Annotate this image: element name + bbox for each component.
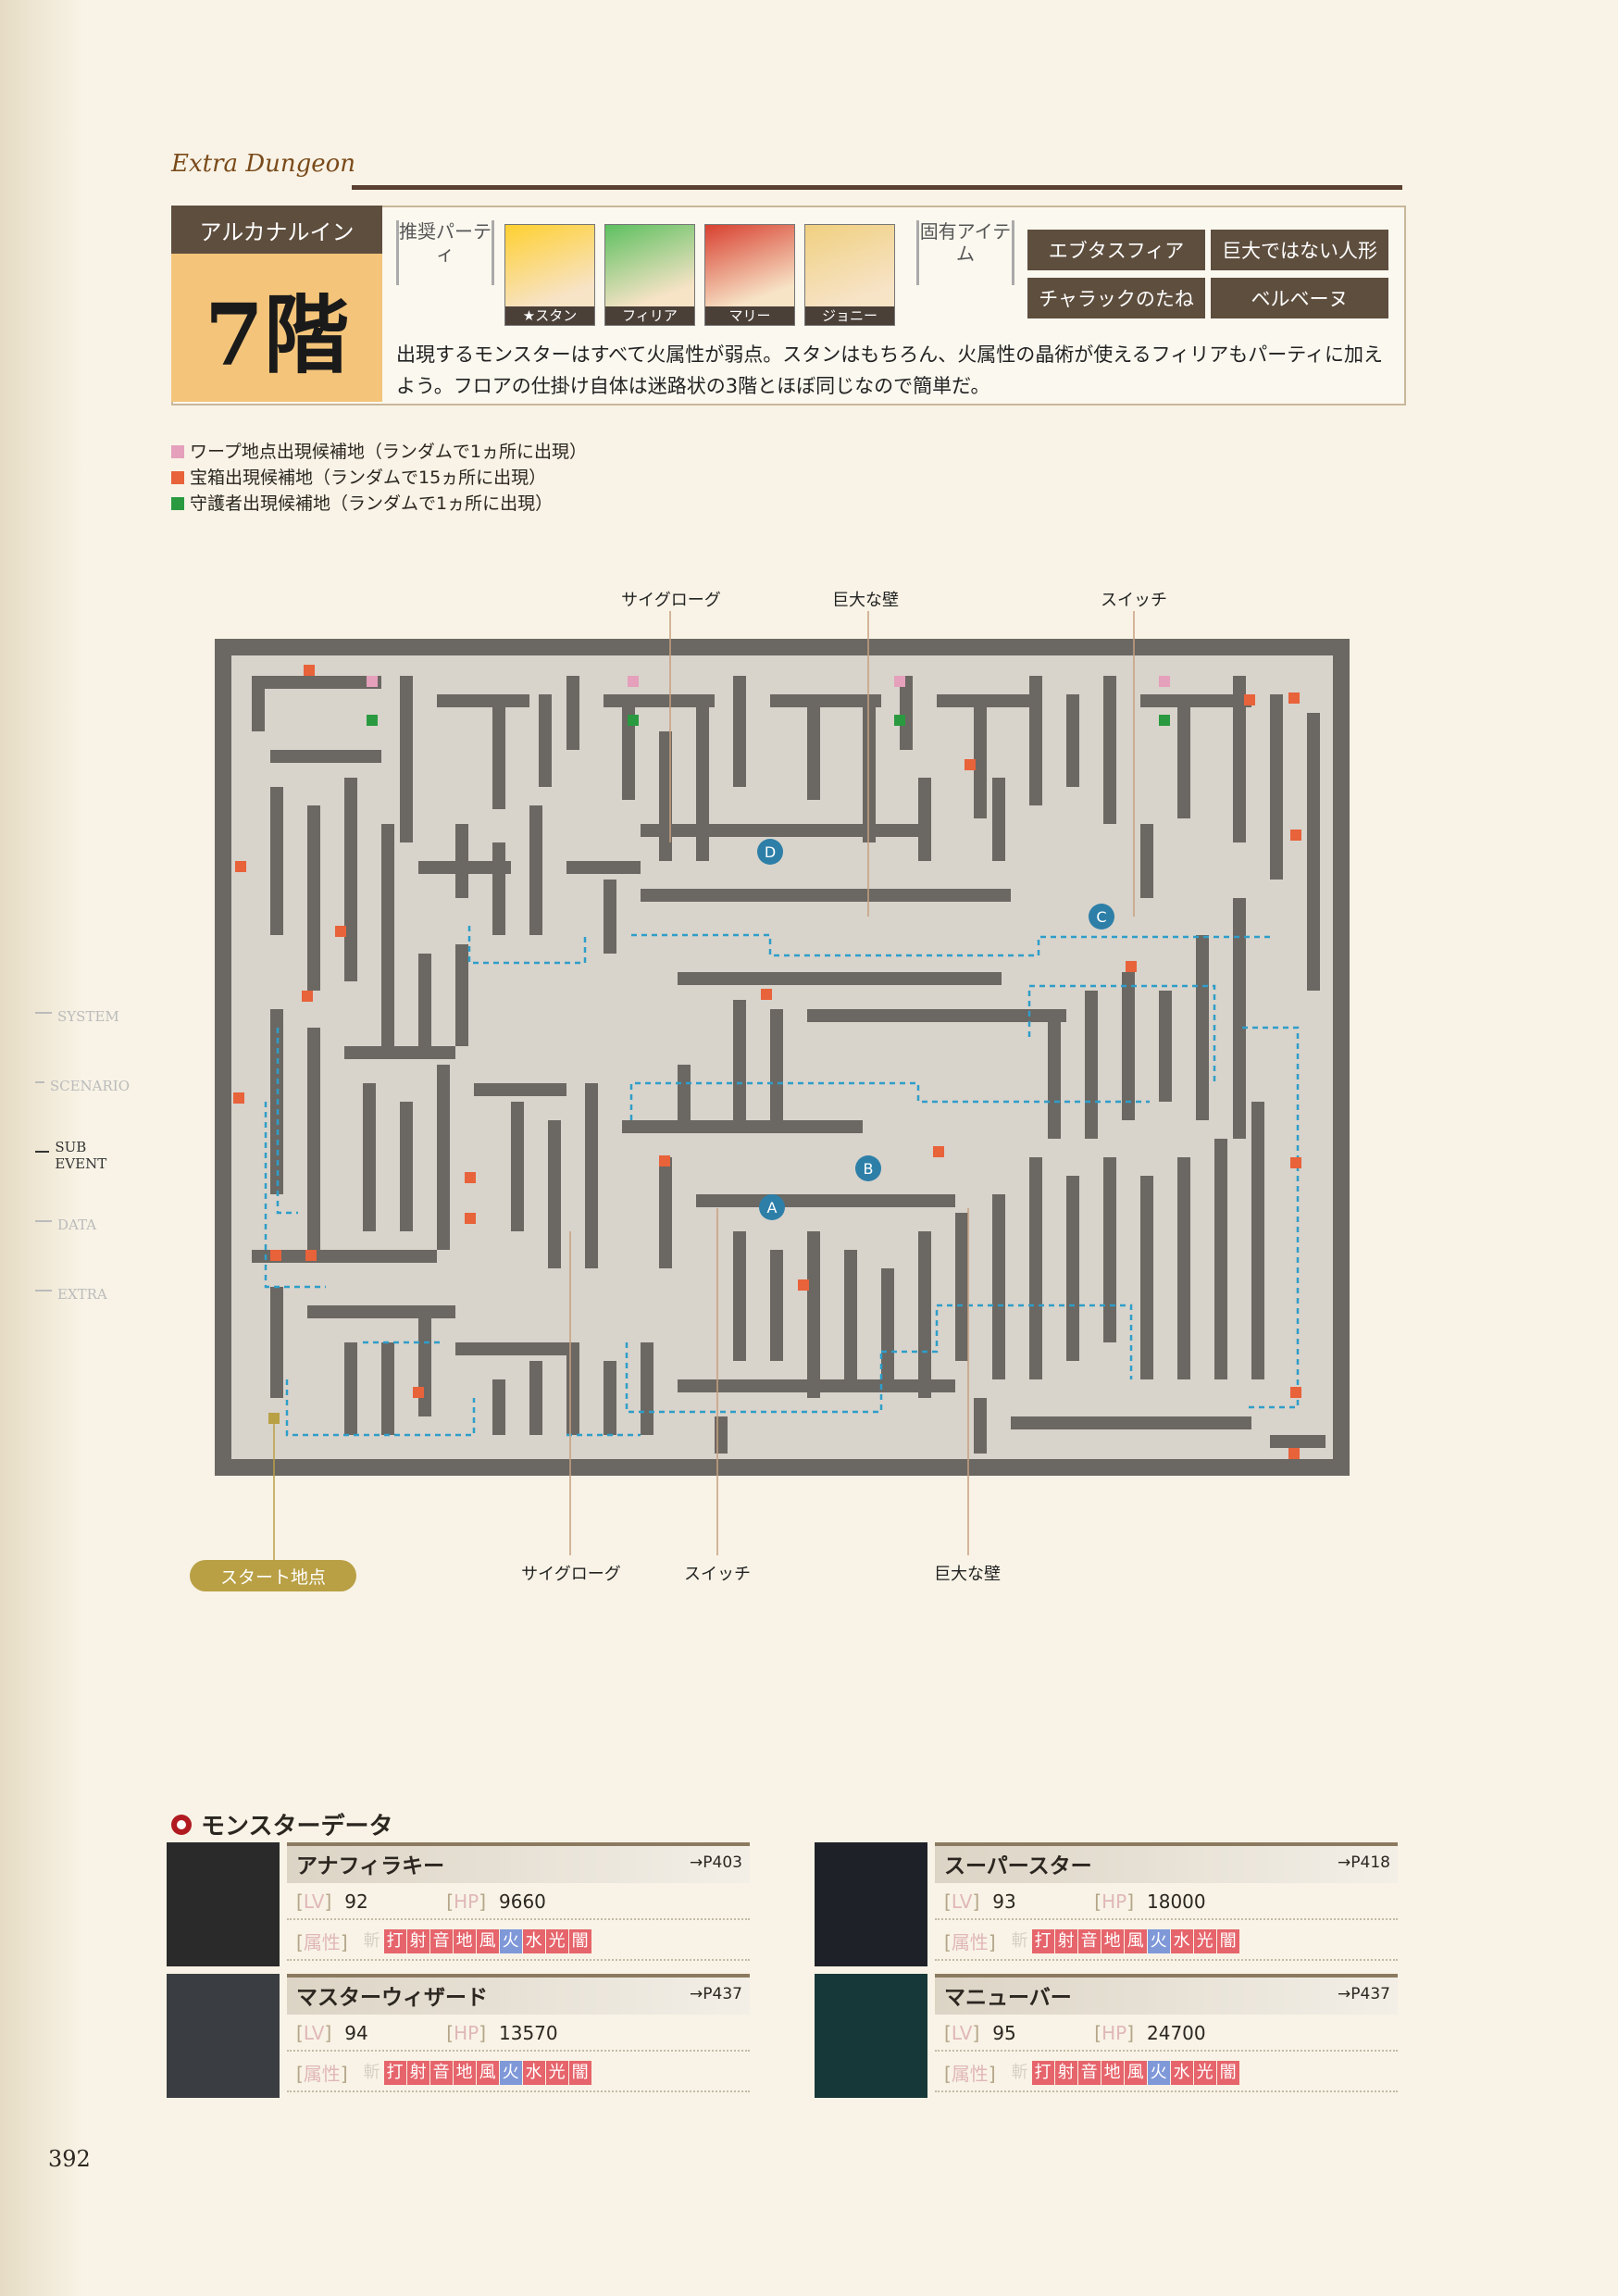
target-icon xyxy=(171,1814,192,1835)
leader-lines xyxy=(273,611,1135,1560)
element-badge: 地 xyxy=(453,2060,476,2085)
hp-value: 13570 xyxy=(499,2022,558,2044)
dotted-divider xyxy=(287,1918,750,1920)
element-badge: 風 xyxy=(476,1928,499,1953)
monster-thumbnail xyxy=(167,1974,280,2098)
element-badge: 斬 xyxy=(1011,2062,1028,2082)
element-badge: 光 xyxy=(1193,1928,1216,1953)
element-badge: 斬 xyxy=(363,2062,380,2082)
element-badge: 光 xyxy=(545,1928,568,1953)
element-badge: 火 xyxy=(1147,1928,1170,1953)
element-badge: 水 xyxy=(522,2060,545,2085)
monster-thumbnail xyxy=(167,1842,280,1966)
monster-attr-row: [属性] 斬打射音地風火水光闇 xyxy=(296,2059,592,2086)
monster-name: マスターウィザード xyxy=(296,1986,488,2010)
hp-value: 18000 xyxy=(1147,1890,1206,1913)
element-badge: 射 xyxy=(406,2060,429,2085)
dotted-divider xyxy=(935,1959,1398,1961)
dotted-divider xyxy=(287,1959,750,1961)
dotted-divider xyxy=(935,2050,1398,2052)
element-badge: 地 xyxy=(1101,1928,1124,1953)
monster-stats-row: [LV] 94 [HP] 13570 xyxy=(296,2022,558,2044)
element-badge: 打 xyxy=(1031,2060,1054,2085)
element-badge: 水 xyxy=(522,1928,545,1953)
element-badge: 音 xyxy=(1077,2060,1101,2085)
element-badge: 風 xyxy=(1124,2060,1147,2085)
monster-page-ref[interactable]: →P437 xyxy=(690,1985,742,2003)
element-badge: 風 xyxy=(1124,1928,1147,1953)
attr-label: [属性] xyxy=(944,2063,996,2085)
monster-thumbnail xyxy=(815,1974,927,2098)
element-badge: 火 xyxy=(499,2060,522,2085)
monster-thumbnail xyxy=(815,1842,927,1966)
attr-label: [属性] xyxy=(296,1931,348,1953)
element-badge: 風 xyxy=(476,2060,499,2085)
element-badge: 闇 xyxy=(1216,2060,1239,2085)
dotted-divider xyxy=(935,2090,1398,2092)
lv-label: [LV] xyxy=(944,2022,980,2044)
dotted-divider xyxy=(287,2050,750,2052)
monster-card: マニューバー →P437 [LV] 95 [HP] 24700 [属性] 斬打射音地風火水光闇 xyxy=(815,1974,1398,2102)
monster-name: マニューバー xyxy=(944,1986,1072,2010)
element-badge: 打 xyxy=(1031,1928,1054,1953)
dotted-divider xyxy=(935,1918,1398,1920)
element-badge: 闇 xyxy=(1216,1928,1239,1953)
lv-label: [LV] xyxy=(296,1890,332,1913)
element-badge: 地 xyxy=(1101,2060,1124,2085)
hp-label: [HP] xyxy=(446,2022,486,2044)
lv-value: 95 xyxy=(992,2022,1016,2044)
element-badge: 地 xyxy=(453,1928,476,1953)
hp-label: [HP] xyxy=(446,1890,486,1913)
monster-name: アナフィラキー xyxy=(296,1854,445,1878)
element-badge: 水 xyxy=(1170,1928,1193,1953)
monster-page-ref[interactable]: →P437 xyxy=(1338,1985,1390,2003)
hp-label: [HP] xyxy=(1094,2022,1134,2044)
element-badge: 斬 xyxy=(363,1930,380,1951)
hp-value: 9660 xyxy=(499,1890,546,1913)
element-badge: 音 xyxy=(429,1928,453,1953)
monster-section-title: モンスターデータ xyxy=(171,1807,392,1841)
element-badge: 斬 xyxy=(1011,1930,1028,1951)
element-badge: 打 xyxy=(383,2060,406,2085)
monster-page-ref[interactable]: →P418 xyxy=(1338,1853,1390,1872)
monster-card: マスターウィザード →P437 [LV] 94 [HP] 13570 [属性] 斬打射音地風火… xyxy=(167,1974,750,2102)
element-badge: 打 xyxy=(383,1928,406,1953)
element-badge: 射 xyxy=(406,1928,429,1953)
monster-stats-row: [LV] 93 [HP] 18000 xyxy=(944,1890,1206,1913)
element-badge: 射 xyxy=(1054,1928,1077,1953)
monster-attr-row: [属性] 斬打射音地風火水光闇 xyxy=(944,1928,1240,1954)
element-badge: 火 xyxy=(1147,2060,1170,2085)
element-badge: 闇 xyxy=(568,2060,591,2085)
monster-card: アナフィラキー →P403 [LV] 92 [HP] 9660 [属性] 斬打射音地風火水光闇 xyxy=(167,1842,750,1970)
monster-card: スーパースター →P418 [LV] 93 [HP] 18000 [属性] 斬打射音地風火水光… xyxy=(815,1842,1398,1970)
monster-name: スーパースター xyxy=(944,1854,1092,1878)
lv-value: 94 xyxy=(344,2022,368,2044)
hp-value: 24700 xyxy=(1147,2022,1206,2044)
element-badge: 音 xyxy=(1077,1928,1101,1953)
element-badge: 射 xyxy=(1054,2060,1077,2085)
element-badge: 光 xyxy=(545,2060,568,2085)
monster-stats-row: [LV] 95 [HP] 24700 xyxy=(944,2022,1206,2044)
monster-stats-row: [LV] 92 [HP] 9660 xyxy=(296,1890,546,1913)
hp-label: [HP] xyxy=(1094,1890,1134,1913)
page-number: 392 xyxy=(48,2146,91,2172)
monster-attr-row: [属性] 斬打射音地風火水光闇 xyxy=(296,1928,592,1954)
lv-value: 92 xyxy=(344,1890,368,1913)
element-badge: 光 xyxy=(1193,2060,1216,2085)
lv-value: 93 xyxy=(992,1890,1016,1913)
element-badge: 闇 xyxy=(568,1928,591,1953)
element-badge: 火 xyxy=(499,1928,522,1953)
element-badge: 音 xyxy=(429,2060,453,2085)
lv-label: [LV] xyxy=(296,2022,332,2044)
attr-label: [属性] xyxy=(944,1931,996,1953)
lv-label: [LV] xyxy=(944,1890,980,1913)
dotted-divider xyxy=(287,2090,750,2092)
monster-attr-row: [属性] 斬打射音地風火水光闇 xyxy=(944,2059,1240,2086)
element-badge: 水 xyxy=(1170,2060,1193,2085)
monster-page-ref[interactable]: →P403 xyxy=(690,1853,742,1872)
attr-label: [属性] xyxy=(296,2063,348,2085)
